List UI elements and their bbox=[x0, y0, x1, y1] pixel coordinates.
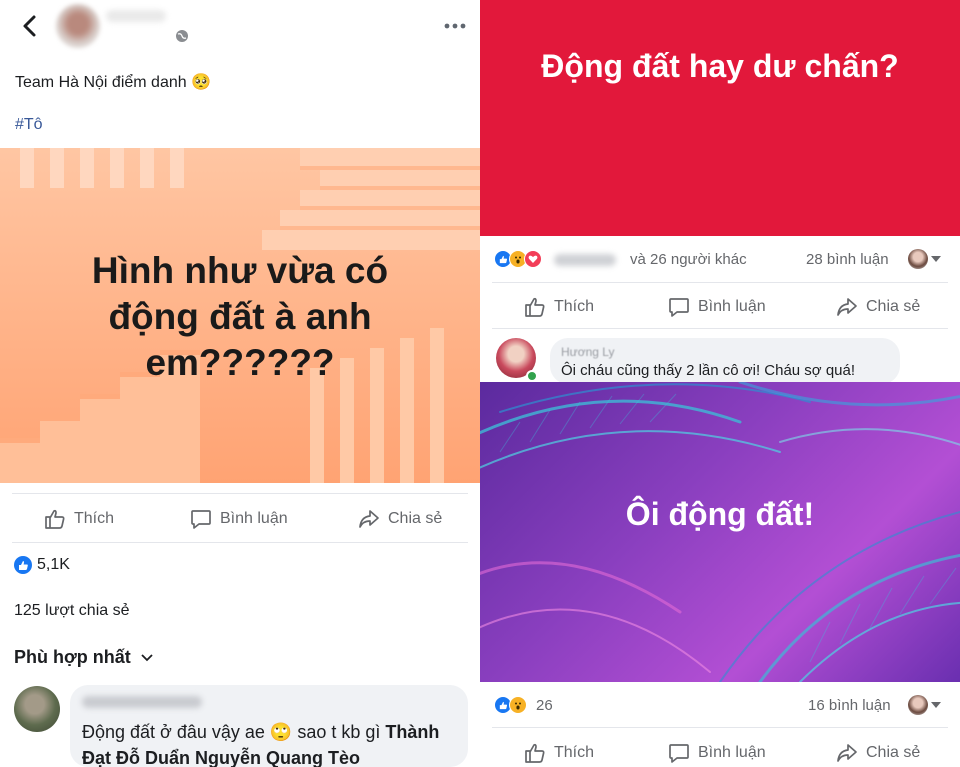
like-reaction-icon bbox=[14, 556, 32, 574]
author-avatar[interactable] bbox=[56, 4, 100, 48]
reaction-icons-2[interactable] bbox=[494, 696, 527, 714]
wow-reaction-icon bbox=[509, 696, 527, 714]
divider bbox=[492, 282, 948, 283]
comment-icon bbox=[191, 510, 211, 529]
red-card-title: Động đất hay dư chấn? bbox=[541, 48, 899, 84]
comment-button-post1[interactable]: Bình luận bbox=[668, 296, 766, 318]
commenter-name[interactable]: Hương Ly bbox=[561, 345, 614, 359]
comment-icon bbox=[669, 298, 689, 317]
sort-label: Phù hợp nhất bbox=[14, 647, 131, 667]
thumbs-up-icon bbox=[45, 509, 65, 529]
share-icon bbox=[359, 510, 379, 528]
comment-icon bbox=[669, 744, 689, 763]
commenter-avatar[interactable] bbox=[14, 686, 60, 732]
like-label: Thích bbox=[554, 298, 595, 315]
purple-background-card: Ôi động đất! bbox=[480, 382, 960, 682]
online-status-dot bbox=[526, 370, 538, 382]
card-text-line-3: em?????? bbox=[145, 342, 335, 383]
post-header bbox=[0, 0, 480, 56]
back-arrow-icon[interactable] bbox=[16, 12, 44, 40]
comment-text: Ôi cháu cũng thấy 2 lần cô ơi! Cháu sợ q… bbox=[561, 362, 856, 379]
comment-button[interactable]: Bình luận bbox=[190, 508, 288, 530]
viewer-avatar[interactable] bbox=[908, 249, 928, 269]
reaction-others-text[interactable]: và 26 người khác bbox=[630, 251, 747, 268]
red-background-card: Động đất hay dư chấn? bbox=[480, 0, 960, 236]
like-button-post1[interactable]: Thích bbox=[524, 296, 594, 318]
like-label: Thích bbox=[74, 510, 115, 527]
viewer-avatar[interactable] bbox=[908, 695, 928, 715]
like-button-post2[interactable]: Thích bbox=[524, 742, 594, 764]
comment-count-2[interactable]: 16 bình luận bbox=[808, 697, 891, 714]
share-button[interactable]: Chia sẻ bbox=[358, 508, 442, 530]
reactor-name-blurred bbox=[554, 254, 616, 266]
chevron-down-icon bbox=[141, 653, 153, 661]
more-options-icon[interactable] bbox=[442, 16, 468, 36]
love-reaction-icon bbox=[524, 250, 542, 268]
thumbs-up-icon bbox=[525, 297, 545, 317]
divider bbox=[12, 493, 468, 494]
purple-card-title: Ôi động đất! bbox=[625, 496, 815, 532]
right-post-panel: Động đất hay dư chấn? và 26 người khác 2… bbox=[480, 0, 960, 767]
post-background-card: Hình như vừa có động đất à anh em?????? bbox=[0, 148, 480, 483]
comment-text-plain: Động đất ở đâu vậy ae 🙄 sao t kb gì bbox=[82, 722, 386, 742]
comment-label: Bình luận bbox=[698, 744, 766, 761]
share-button-post2[interactable]: Chia sẻ bbox=[836, 742, 920, 764]
caret-down-icon[interactable] bbox=[931, 256, 941, 263]
comment-label: Bình luận bbox=[220, 510, 288, 527]
comment-text: Động đất ở đâu vậy ae 🙄 sao t kb gì Thàn… bbox=[82, 719, 462, 767]
share-label: Chia sẻ bbox=[388, 510, 443, 527]
caret-down-icon[interactable] bbox=[931, 702, 941, 709]
card-text: Hình như vừa có động đất à anh em?????? bbox=[50, 248, 430, 386]
like-count: 5,1K bbox=[37, 556, 70, 573]
comment-count-1[interactable]: 28 bình luận bbox=[806, 251, 889, 268]
card-text-line-2: động đất à anh bbox=[108, 296, 372, 337]
commenter-name-blurred bbox=[82, 696, 202, 708]
reaction-icons-1[interactable] bbox=[494, 250, 542, 268]
share-icon bbox=[837, 298, 857, 316]
comment-label: Bình luận bbox=[698, 298, 766, 315]
divider bbox=[492, 328, 948, 329]
globe-icon bbox=[176, 30, 188, 42]
share-label: Chia sẻ bbox=[866, 298, 921, 315]
share-button-post1[interactable]: Chia sẻ bbox=[836, 296, 920, 318]
like-button[interactable]: Thích bbox=[44, 508, 114, 530]
reaction-summary[interactable]: 5,1K bbox=[14, 556, 70, 574]
post-text: Team Hà Nội điểm danh 🥺 bbox=[15, 74, 212, 91]
comment-sort-dropdown[interactable]: Phù hợp nhất bbox=[14, 647, 153, 668]
like-label: Thích bbox=[554, 744, 595, 761]
share-count[interactable]: 125 lượt chia sẻ bbox=[14, 602, 129, 620]
author-name-blurred bbox=[106, 10, 166, 22]
comment-button-post2[interactable]: Bình luận bbox=[668, 742, 766, 764]
share-icon bbox=[837, 744, 857, 762]
reaction-count-2[interactable]: 26 bbox=[536, 697, 553, 714]
divider bbox=[492, 727, 948, 728]
hashtag-link[interactable]: #Tô bbox=[15, 116, 43, 134]
share-label: Chia sẻ bbox=[866, 744, 921, 761]
card-text-line-1: Hình như vừa có bbox=[91, 250, 389, 291]
left-post-panel: Team Hà Nội điểm danh 🥺 #Tô Hình như vừa… bbox=[0, 0, 480, 767]
divider bbox=[12, 542, 468, 543]
thumbs-up-icon bbox=[525, 743, 545, 763]
